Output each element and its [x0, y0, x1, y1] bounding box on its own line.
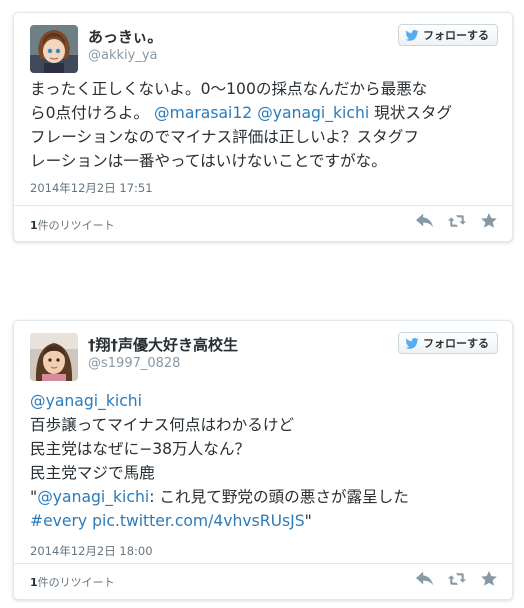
tweet-timestamp[interactable]: 2014年12月2日 17:51 — [30, 180, 153, 196]
tweet-text-segment: : これ見て野党の頭の悪さが露呈した — [149, 488, 409, 506]
display-name[interactable]: †翔†声優大好き高校生 — [88, 334, 238, 355]
twitter-bird-icon — [405, 29, 419, 41]
follow-label: フォローする — [423, 337, 489, 350]
retweet-count-number: 1 — [30, 219, 38, 232]
avatar[interactable] — [30, 333, 78, 381]
divider — [14, 205, 512, 206]
star-icon[interactable] — [480, 213, 498, 229]
tweet-text-line: 百歩譲ってマイナス何点はわかるけど — [30, 413, 498, 437]
user-handle[interactable]: @s1997_0828 — [88, 356, 180, 371]
tweet-text-segment: 現状スタグ — [369, 104, 453, 122]
tweet-text: まったく正しくないよ。0〜100の採点なんだから最悪な ら0点付けろよ。 @mar… — [30, 77, 498, 173]
tweet-text-line: まったく正しくないよ。0〜100の採点なんだから最悪な — [30, 77, 498, 101]
tweet-text-line: レーションは一番やってはいけないことですがな。 — [30, 149, 498, 173]
tweet-actions — [416, 213, 498, 229]
retweet-icon[interactable] — [448, 571, 466, 587]
tweet-link[interactable]: @marasai12 — [154, 104, 252, 122]
follow-label: フォローする — [423, 29, 489, 42]
star-icon[interactable] — [480, 571, 498, 587]
tweet-card: †翔†声優大好き高校生 @s1997_0828 フォローする @yanagi_k… — [13, 320, 513, 600]
tweet-text-line: @yanagi_kichi — [30, 389, 498, 413]
tweet-text-line: フレーションなのでマイナス評価は正しいよ？スタグフ — [30, 125, 498, 149]
tweet-text-segment: 民主党マジで馬鹿 — [30, 464, 155, 482]
follow-button[interactable]: フォローする — [398, 24, 498, 46]
tweet-text: @yanagi_kichi 百歩譲ってマイナス何点はわかるけど 民主党はなぜに−38… — [30, 389, 498, 533]
tweet-timestamp[interactable]: 2014年12月2日 18:00 — [30, 543, 153, 559]
tweet-actions — [416, 571, 498, 587]
reply-icon[interactable] — [416, 213, 434, 229]
retweet-icon[interactable] — [448, 213, 466, 229]
retweet-count-label: 件のリツイート — [37, 219, 115, 232]
tweet-text-line: #every pic.twitter.com/4vhvsRUsJS" — [30, 509, 498, 533]
tweet-text-segment: レーションは一番やってはいけないことですがな。 — [30, 152, 387, 170]
tweet-text-line: ら0点付けろよ。 @marasai12 @yanagi_kichi 現状スタグ — [30, 101, 498, 125]
divider — [14, 563, 512, 564]
retweet-count[interactable]: 1件のリツイート — [30, 217, 115, 233]
tweet-text-line: 民主党はなぜに−38万人なん？ — [30, 437, 498, 461]
tweet-text-line: "@yanagi_kichi: これ見て野党の頭の悪さが露呈した — [30, 485, 498, 509]
reply-icon[interactable] — [416, 571, 434, 587]
tweet-link[interactable]: #every — [30, 512, 87, 530]
avatar[interactable] — [30, 25, 78, 73]
tweet-text-segment: 民主党はなぜに−38万人なん？ — [30, 440, 251, 458]
user-handle[interactable]: @akkiy_ya — [88, 48, 158, 63]
tweet-link[interactable]: @yanagi_kichi — [30, 392, 142, 410]
retweet-count-label: 件のリツイート — [37, 576, 115, 589]
retweet-count-number: 1 — [30, 576, 38, 589]
follow-button[interactable]: フォローする — [398, 332, 498, 354]
tweet-link[interactable]: @yanagi_kichi — [257, 104, 369, 122]
tweet-text-segment: フレーションなのでマイナス評価は正しいよ？スタグフ — [30, 128, 419, 146]
tweet-text-segment: ら0点付けろよ。 — [30, 104, 155, 122]
tweet-text-segment: まったく正しくないよ。0〜100の採点なんだから最悪な — [30, 80, 428, 98]
twitter-bird-icon — [405, 337, 419, 349]
tweet-link[interactable]: pic.twitter.com/4vhvsRUsJS — [92, 512, 305, 530]
tweet-text-segment: 百歩譲ってマイナス何点はわかるけど — [30, 416, 295, 434]
tweet-text-line: 民主党マジで馬鹿 — [30, 461, 498, 485]
retweet-count[interactable]: 1件のリツイート — [30, 574, 115, 590]
tweet-text-segment: " — [304, 512, 312, 530]
tweet-link[interactable]: @yanagi_kichi — [37, 488, 149, 506]
tweet-card: あっきぃ。 @akkiy_ya フォローする まったく正しくないよ。0〜100の… — [13, 12, 513, 242]
display-name[interactable]: あっきぃ。 — [88, 26, 162, 47]
